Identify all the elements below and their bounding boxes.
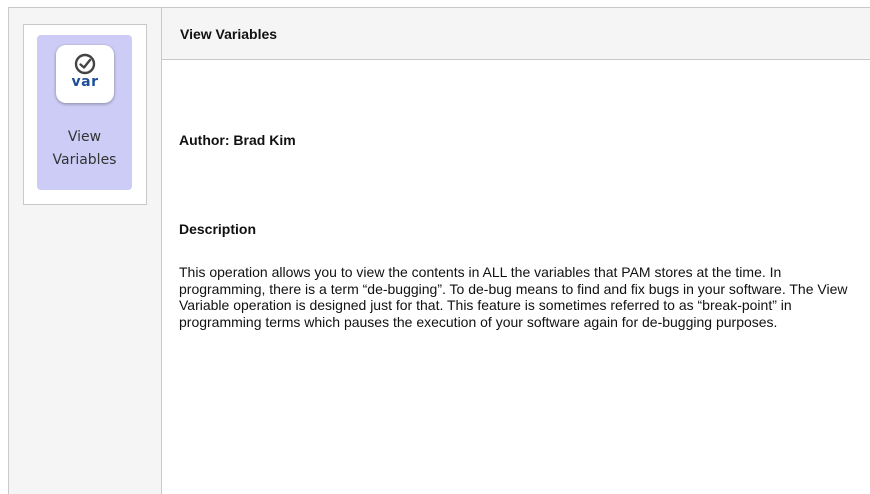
- description-heading: Description: [179, 221, 257, 237]
- icon-card: var View Variables: [23, 24, 147, 205]
- tile-label-line2: Variables: [52, 152, 117, 168]
- header-cell: View Variables: [162, 8, 870, 60]
- view-variables-icon: var: [56, 45, 114, 103]
- view-variables-tile[interactable]: var View Variables: [37, 35, 132, 190]
- tile-label-line1: View: [67, 129, 102, 145]
- check-circle-icon: [74, 53, 96, 75]
- operation-table: var View Variables View Variables Author…: [8, 7, 870, 494]
- description-body: This operation allows you to view the co…: [179, 264, 848, 330]
- var-badge-text: var: [71, 74, 99, 90]
- author-line: Author: Brad Kim: [179, 132, 296, 148]
- page-title: View Variables: [180, 26, 278, 42]
- icon-column: var View Variables: [9, 8, 162, 494]
